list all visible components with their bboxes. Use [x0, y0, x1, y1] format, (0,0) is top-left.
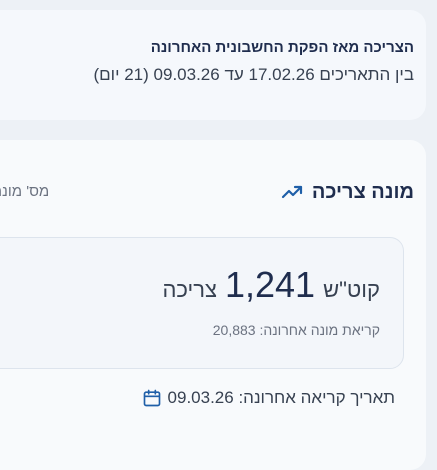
calendar-icon [143, 389, 160, 407]
last-reading-date: תאריך קריאה אחרונה: 09.03.26 [167, 388, 395, 407]
billing-period-range: בין התאריכים 17.02.26 עד 09.03.26 (21 יו… [93, 65, 414, 84]
last-meter-reading: קריאת מונה אחרונה: 20,883 [212, 322, 380, 338]
meter-title: מונה צריכה [311, 180, 414, 203]
consumption-label: צריכה [162, 277, 217, 302]
meter-number-label: מס' מונה 5 [0, 183, 50, 200]
billing-period-title: הצריכה מאז הפקת החשבונית האחרונה [150, 39, 414, 56]
trending-up-icon [281, 185, 302, 199]
consumption-value: 1,241 [224, 264, 316, 305]
billing-period-card: הצריכה מאז הפקת החשבונית האחרונה בין התא… [0, 10, 426, 120]
consumption-line: צריכה 1,241 קוט"ש [162, 264, 380, 306]
consumption-meter-card: מונה צריכה מס' מונה 5 צריכה 1,241 קוט"ש … [0, 140, 426, 470]
consumption-summary-box: צריכה 1,241 קוט"ש קריאת מונה אחרונה: 20,… [0, 237, 404, 369]
last-reading-date-row: תאריך קריאה אחרונה: 09.03.26 [142, 388, 395, 408]
consumption-unit: קוט"ש [323, 277, 380, 302]
meter-number: מס' מונה 5 [0, 183, 85, 200]
meter-header: מונה צריכה [280, 180, 414, 204]
